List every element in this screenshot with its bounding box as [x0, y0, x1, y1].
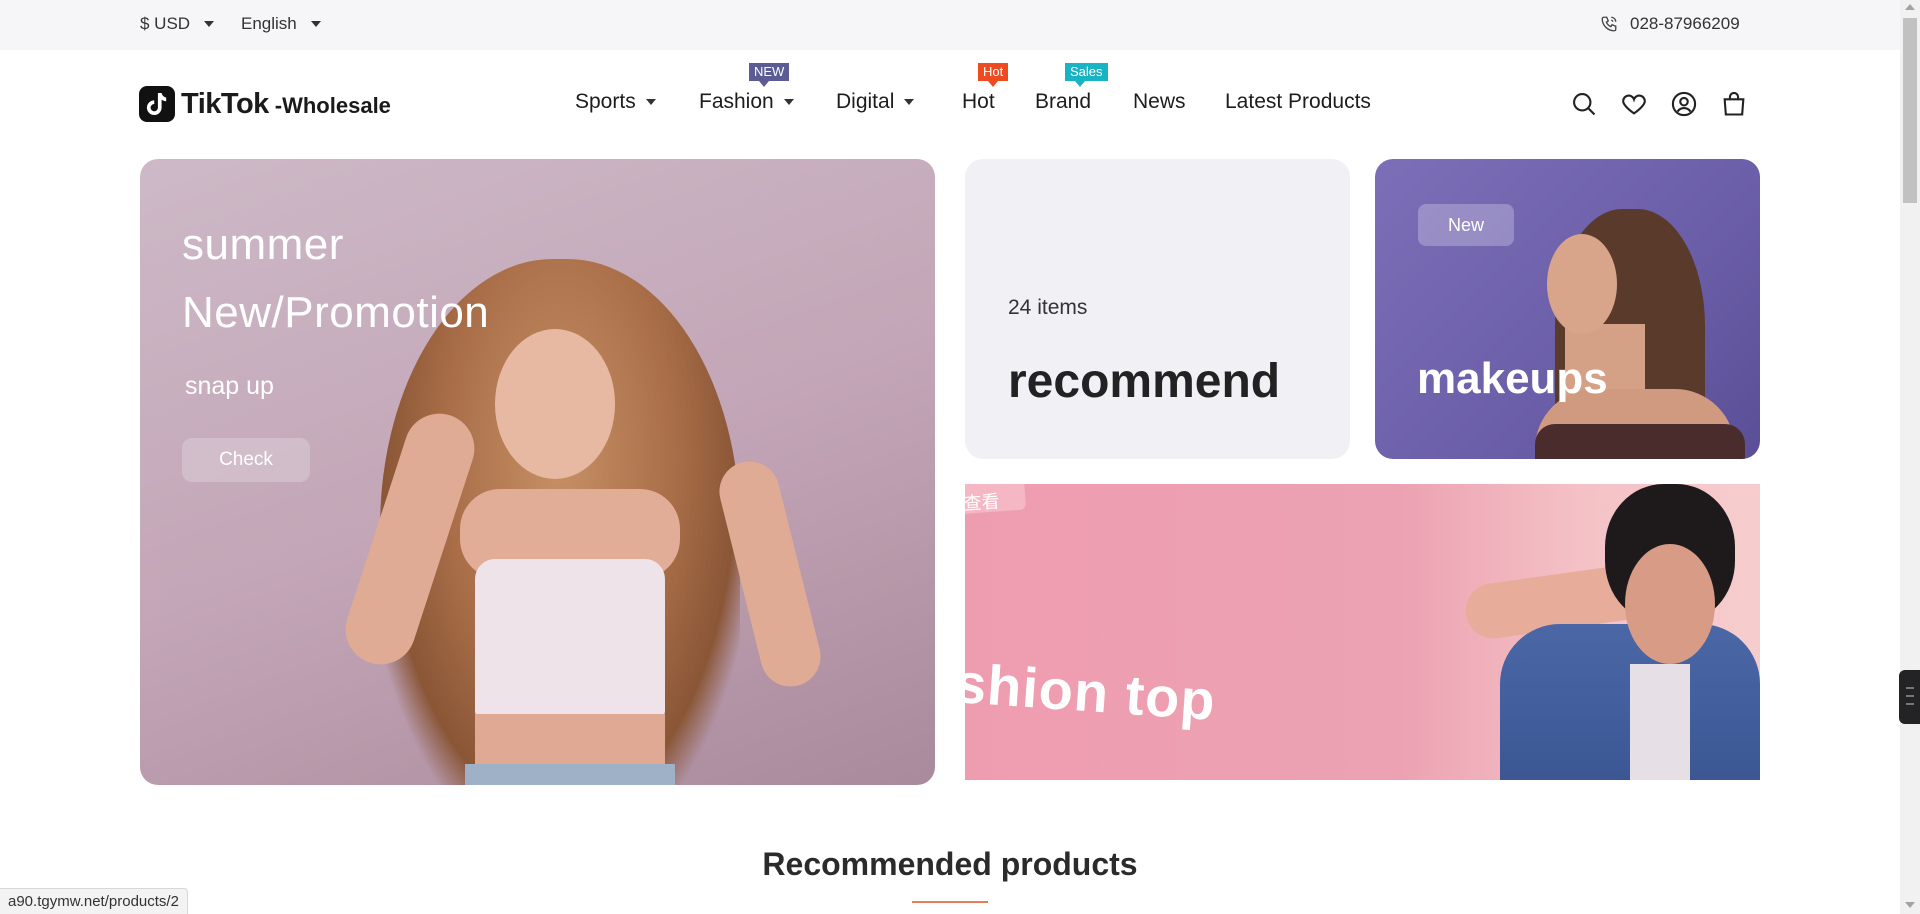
nav-label: Fashion: [699, 90, 774, 113]
phone-number: 028-87966209: [1630, 14, 1740, 33]
summer-promotion-banner[interactable]: summer New/Promotion snap up Check: [140, 159, 935, 785]
model-image-part: [1630, 664, 1690, 780]
check-button[interactable]: Check: [182, 438, 310, 482]
item-count: 24 items: [1008, 296, 1088, 319]
search-icon[interactable]: [1570, 90, 1598, 118]
scrollbar-thumb[interactable]: [1903, 18, 1917, 203]
nav-label: Hot: [962, 90, 995, 113]
nav-item-hot[interactable]: Hot Hot: [962, 63, 1009, 114]
site-logo[interactable]: TikTok -Wholesale: [139, 86, 391, 122]
logo-subtitle: -Wholesale: [274, 92, 391, 118]
chevron-down-icon: [204, 21, 215, 27]
heart-icon[interactable]: [1620, 90, 1648, 118]
nav-label: News: [1133, 90, 1186, 113]
model-image-part: [465, 764, 675, 785]
nav-item-brand[interactable]: Sales Brand: [1035, 63, 1108, 114]
banner-title-line2: New/Promotion: [182, 288, 490, 337]
recommend-banner[interactable]: 24 items recommend: [965, 159, 1350, 459]
bag-icon[interactable]: [1720, 90, 1748, 118]
model-image-part: [1547, 234, 1617, 334]
new-tag: New: [1418, 204, 1514, 246]
view-chip: 查看: [965, 484, 1027, 515]
side-toolbar-handle[interactable]: [1899, 670, 1920, 724]
nav-label: Sports: [575, 90, 636, 113]
recommend-title: recommend: [1008, 355, 1281, 408]
tiktok-logo-icon: [139, 86, 175, 122]
grip-line: [1906, 687, 1914, 689]
banner-title-line1: summer: [182, 220, 344, 269]
currency-label: $ USD: [140, 14, 191, 33]
nav-item-digital[interactable]: Digital: [836, 90, 915, 114]
section-title-underline: [912, 901, 988, 903]
sales-badge: Sales: [1065, 63, 1108, 87]
nav-label: Latest Products: [1225, 90, 1371, 113]
hot-badge: Hot: [978, 63, 1009, 87]
model-image-part: [495, 329, 615, 479]
banner-subtitle: snap up: [185, 372, 274, 400]
currency-selector[interactable]: $ USD: [140, 14, 215, 34]
page: $ USD English 028-87966209 TikTok -Whole…: [0, 0, 1920, 914]
nav-label: Brand: [1035, 90, 1092, 113]
scroll-down-arrow-icon[interactable]: [1905, 902, 1915, 908]
fashion-title: shion top: [965, 650, 1218, 733]
makeups-title: makeups: [1417, 354, 1608, 403]
user-icon[interactable]: [1670, 90, 1698, 118]
chevron-down-icon: [645, 99, 656, 105]
logo-name: TikTok: [181, 87, 269, 120]
model-image-part: [1625, 544, 1715, 664]
model-image-part: [475, 559, 665, 719]
phone-icon: [1601, 16, 1617, 32]
nav-item-fashion[interactable]: NEW Fashion: [699, 63, 794, 114]
section-title: Recommended products: [762, 846, 1138, 882]
nav-label: Digital: [836, 90, 895, 113]
chevron-down-icon: [310, 21, 321, 27]
model-image-part: [1535, 424, 1745, 459]
banner-title: summer New/Promotion: [182, 211, 489, 347]
phone-contact[interactable]: 028-87966209: [1600, 14, 1740, 34]
chevron-down-icon: [783, 99, 794, 105]
nav-item-latest-products[interactable]: Latest Products: [1225, 90, 1371, 114]
status-bar-url: a90.tgymw.net/products/2: [0, 888, 188, 914]
grip-line: [1906, 703, 1914, 705]
nav-item-news[interactable]: News: [1133, 90, 1186, 114]
nav-item-sports[interactable]: Sports: [575, 90, 656, 114]
new-badge: NEW: [749, 63, 790, 87]
top-utility-bar: $ USD English 028-87966209: [0, 0, 1900, 50]
chevron-down-icon: [904, 99, 915, 105]
language-label: English: [241, 14, 297, 33]
grip-line: [1906, 695, 1914, 697]
fashion-top-banner[interactable]: 查看 shion top: [965, 484, 1760, 780]
makeups-banner[interactable]: New makeups: [1375, 159, 1760, 459]
language-selector[interactable]: English: [241, 14, 321, 34]
scroll-up-arrow-icon[interactable]: [1905, 4, 1915, 10]
